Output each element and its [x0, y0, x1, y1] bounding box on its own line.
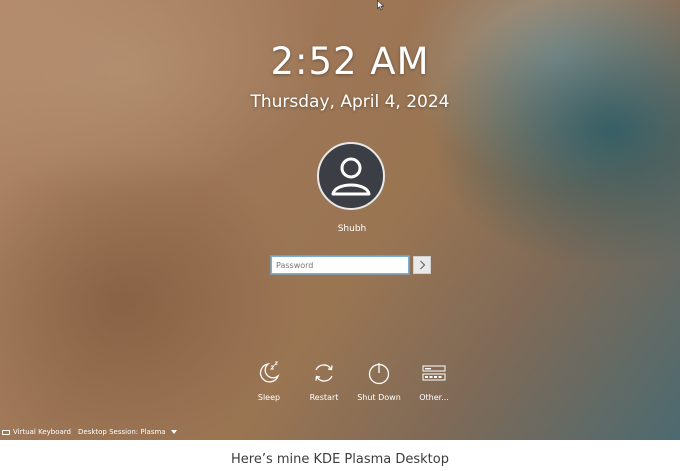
- sleep-label: Sleep: [257, 393, 281, 402]
- login-button[interactable]: [413, 256, 431, 274]
- caption: Here’s mine KDE Plasma Desktop: [231, 452, 449, 467]
- virtual-keyboard-button[interactable]: Virtual Keyboard: [2, 428, 71, 436]
- chevron-right-icon: [420, 260, 426, 270]
- other-button[interactable]: Other...: [404, 360, 464, 402]
- lock-screen: 2:52 AM Thursday, April 4, 2024 Shubh Sl…: [0, 0, 680, 440]
- clock-time: 2:52 AM: [270, 40, 430, 83]
- username-label: Shubh: [337, 224, 367, 234]
- clock-date: Thursday, April 4, 2024: [250, 92, 450, 112]
- user-avatar-icon[interactable]: [317, 142, 385, 210]
- virtual-keyboard-label: Virtual Keyboard: [13, 428, 72, 436]
- mouse-cursor-icon: [377, 0, 385, 11]
- restart-icon: [315, 364, 333, 382]
- sleep-moon-icon: [259, 361, 280, 383]
- keyboard-icon: [2, 429, 10, 435]
- shutdown-label: Shut Down: [357, 393, 401, 402]
- power-icon: [368, 363, 390, 385]
- restart-label: Restart: [309, 393, 339, 402]
- desktop-session-dropdown[interactable]: Desktop Session: Plasma: [78, 428, 177, 436]
- restart-button[interactable]: Restart: [294, 360, 354, 402]
- sleep-button[interactable]: Sleep: [239, 360, 299, 402]
- dropdown-arrow-icon: [170, 430, 177, 434]
- desktop-session-label: Desktop Session: Plasma: [78, 428, 166, 436]
- other-label: Other...: [419, 393, 449, 402]
- shutdown-button[interactable]: Shut Down: [349, 360, 409, 402]
- other-sessions-icon: [422, 365, 446, 381]
- password-field[interactable]: [271, 256, 409, 274]
